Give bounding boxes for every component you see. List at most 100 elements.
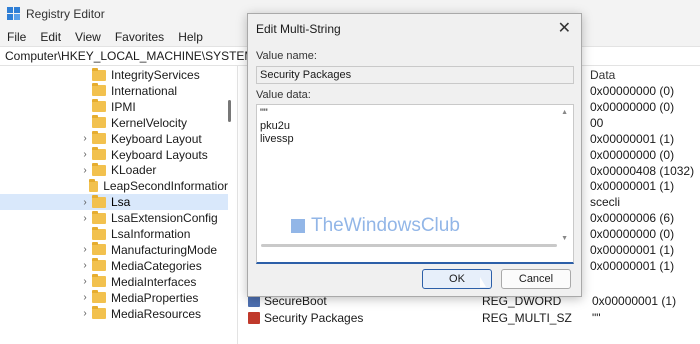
- chevron-right-icon[interactable]: ›: [80, 276, 90, 287]
- chevron-right-icon[interactable]: ›: [80, 165, 90, 176]
- window-title: Registry Editor: [26, 7, 105, 21]
- tree-item-label: KLoader: [111, 163, 157, 178]
- tree-item-label: ManufacturingMode: [111, 242, 218, 257]
- menu-edit[interactable]: Edit: [33, 30, 68, 44]
- value-data-cell: 0x00000001 (1): [590, 243, 675, 257]
- mouse-cursor-icon: [480, 277, 486, 287]
- tree-item[interactable]: › KLoader: [0, 162, 228, 178]
- tree-item[interactable]: › Lsa: [0, 194, 228, 211]
- chevron-right-icon[interactable]: ›: [80, 260, 90, 271]
- value-data-cell: scecli: [590, 195, 621, 210]
- value-data-cell: 0x00000006 (6): [590, 211, 675, 226]
- folder-icon: [92, 258, 106, 272]
- chevron-right-icon[interactable]: ›: [80, 308, 90, 319]
- menu-file[interactable]: File: [0, 30, 33, 44]
- tree-item[interactable]: › MediaResources: [0, 306, 228, 322]
- tree-item[interactable]: › LsaExtensionConfig: [0, 210, 228, 226]
- chevron-right-icon[interactable]: ›: [80, 244, 90, 255]
- value-type: REG_MULTI_SZ: [482, 311, 572, 325]
- folder-icon: [92, 226, 106, 240]
- value-data-cell: 0x00000001 (1): [590, 131, 675, 146]
- tree-item[interactable]: › Keyboard Layouts: [0, 147, 228, 163]
- tree-item[interactable]: LeapSecondInformatior: [0, 178, 228, 194]
- close-icon[interactable]: ✕: [558, 18, 571, 38]
- folder-icon: [92, 67, 106, 81]
- tree-item[interactable]: IPMI: [0, 99, 228, 115]
- chevron-right-icon[interactable]: ›: [80, 197, 90, 208]
- tree-item[interactable]: IntegrityServices: [0, 67, 228, 83]
- registry-editor-window: Registry Editor File Edit View Favorites…: [0, 0, 700, 344]
- tree-item-label: IPMI: [111, 99, 136, 114]
- tree-item-label: Keyboard Layout: [111, 131, 202, 146]
- chevron-right-icon[interactable]: ›: [80, 292, 90, 303]
- watermark: TheWindowsClub: [291, 215, 460, 237]
- tree-item-label: Keyboard Layouts: [111, 147, 208, 162]
- value-data-textarea[interactable]: "" pku2u livessp ▲ ▼ TheWindowsClub: [256, 104, 574, 264]
- tree-item[interactable]: KernelVelocity: [0, 115, 228, 131]
- tree-item-label: MediaInterfaces: [111, 274, 197, 289]
- key-tree[interactable]: IntegrityServices International IPMI Kernel…: [0, 66, 238, 344]
- data-column-header[interactable]: Data: [590, 68, 615, 82]
- folder-icon: [92, 99, 106, 113]
- value-name: Security Packages: [264, 311, 364, 325]
- watermark-logo-icon: [291, 219, 305, 233]
- value-row[interactable]: Security Packages REG_MULTI_SZ "": [243, 310, 700, 326]
- folder-icon: [92, 290, 106, 304]
- folder-icon: [92, 115, 106, 129]
- value-data-line: livessp: [260, 133, 294, 145]
- tree-item-label: MediaResources: [111, 306, 202, 321]
- tree-item-label: KernelVelocity: [111, 115, 188, 130]
- folder-icon: [92, 274, 106, 288]
- folder-icon: [92, 131, 106, 145]
- tree-item-label: International: [111, 83, 178, 98]
- folder-icon: [92, 210, 106, 224]
- chevron-right-icon[interactable]: ›: [80, 133, 90, 144]
- tree-item[interactable]: › MediaInterfaces: [0, 274, 228, 290]
- scroll-up-icon[interactable]: ▲: [561, 109, 568, 116]
- menu-help[interactable]: Help: [171, 30, 210, 44]
- string-value-icon: [248, 312, 260, 324]
- folder-icon: [92, 147, 106, 160]
- tree-item[interactable]: › MediaProperties: [0, 290, 228, 306]
- value-data-cell: 0x00000408 (1032): [590, 163, 695, 178]
- value-data: "": [592, 311, 601, 325]
- value-data-cell: 0x00000000 (0): [590, 84, 675, 98]
- tree-item-label: LeapSecondInformatior: [103, 179, 228, 194]
- edit-multi-string-dialog: Edit Multi-String ✕ Value name: Security…: [247, 13, 582, 297]
- scroll-down-icon[interactable]: ▼: [561, 235, 568, 242]
- tree-item-label: MediaCategories: [111, 258, 202, 273]
- tree-item-label: Lsa: [111, 195, 131, 210]
- folder-icon: [92, 306, 106, 319]
- folder-icon: [92, 194, 106, 208]
- tree-item-label: LsaExtensionConfig: [111, 211, 218, 226]
- folder-icon: [92, 242, 106, 256]
- value-data-cell: 0x00000001 (1): [590, 179, 675, 194]
- value-data-cell: 0x00000001 (1): [590, 258, 675, 273]
- value-name-label: Value name:: [256, 50, 317, 62]
- registry-editor-icon: [7, 7, 21, 21]
- tree-item[interactable]: International: [0, 83, 228, 99]
- tree-item[interactable]: › Keyboard Layout: [0, 131, 228, 147]
- value-data-cell: 0x00000000 (0): [590, 99, 675, 114]
- horizontal-scrollbar[interactable]: [261, 244, 557, 247]
- value-data-line: "": [260, 107, 268, 119]
- tree-item[interactable]: LsaInformation: [0, 226, 228, 242]
- menu-view[interactable]: View: [68, 30, 108, 44]
- tree-item[interactable]: › ManufacturingMode: [0, 242, 228, 258]
- tree-item[interactable]: › MediaCategories: [0, 258, 228, 274]
- watermark-text: TheWindowsClub: [311, 215, 460, 236]
- value-data-line: pku2u: [260, 120, 290, 132]
- folder-icon: [92, 83, 106, 97]
- cancel-button[interactable]: Cancel: [501, 269, 571, 289]
- value-name-field: Security Packages: [256, 66, 574, 84]
- tree-item-label: LsaInformation: [111, 227, 191, 241]
- menu-favorites[interactable]: Favorites: [108, 30, 171, 44]
- value-data-cell: 00: [590, 115, 604, 130]
- dialog-title: Edit Multi-String: [256, 22, 341, 36]
- tree-item-label: IntegrityServices: [111, 68, 200, 82]
- chevron-right-icon[interactable]: ›: [80, 149, 90, 160]
- folder-icon: [88, 178, 99, 192]
- chevron-right-icon[interactable]: ›: [80, 213, 90, 224]
- tree-scrollbar-thumb[interactable]: [228, 100, 231, 122]
- value-data-cell: 0x00000000 (0): [590, 227, 675, 242]
